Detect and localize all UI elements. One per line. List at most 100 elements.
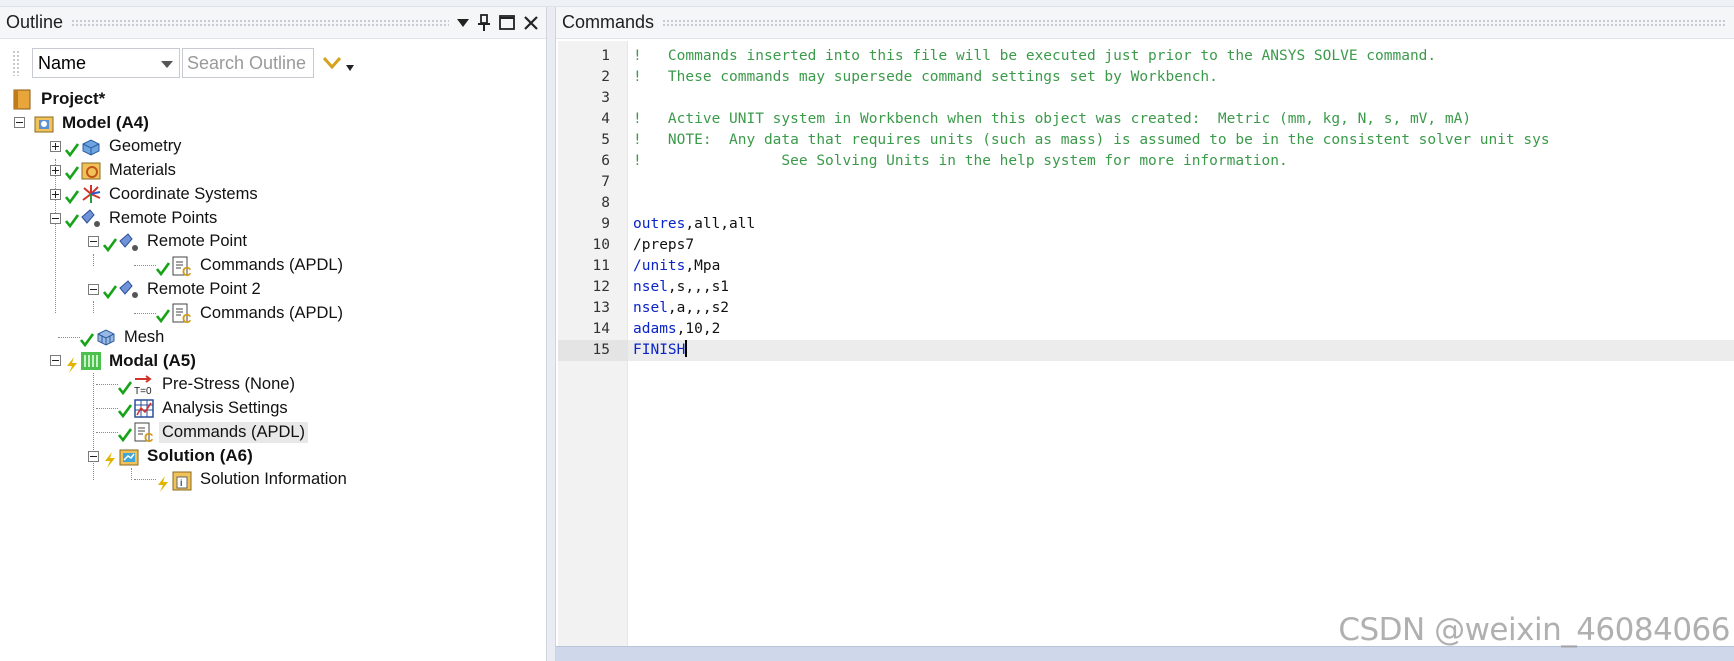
pane-splitter[interactable] [546,7,556,661]
horizontal-scrollbar[interactable] [556,646,1734,661]
code-line[interactable]: ! NOTE: Any data that requires units (su… [628,130,1734,151]
outline-tree: Project* Model (A4) Geometry Materials Coord… [0,87,546,647]
tree-connector-dots [134,265,156,267]
outline-header-grip[interactable] [71,18,449,27]
text-cursor [685,340,687,357]
code-line[interactable] [628,88,1734,109]
pin-icon[interactable] [478,13,490,32]
close-icon[interactable] [524,15,538,30]
tree-item-label: Mesh [124,327,165,346]
tree-item[interactable]: Project* [12,87,108,111]
code-line[interactable]: nsel,s,,,s1 [628,277,1734,298]
tree-item[interactable]: C Commands (APDL) [130,301,346,326]
code-args: ,10,2 [676,321,721,337]
code-comment [628,90,633,106]
chevron-down-icon [161,61,173,68]
tree-item[interactable]: Remote Point 2 [88,277,264,301]
tree-item[interactable]: i Solution Information [130,468,350,492]
tree-item-label: Solution (A6) [147,446,253,465]
tree-connector-dots [134,479,156,481]
tree-item-label: Commands (APDL) [159,421,309,443]
collapse-icon[interactable] [88,236,99,248]
code-line[interactable] [628,172,1734,193]
check-status-icon [64,142,80,157]
code-line[interactable]: outres,all,all [628,214,1734,235]
code-line[interactable]: ! See Solving Units in the help system f… [628,151,1734,172]
tree-item[interactable]: Materials [50,158,179,182]
expand-icon[interactable] [50,141,61,153]
code-line[interactable]: /units,Mpa [628,256,1734,277]
commands-header: Commands [556,7,1734,39]
expand-icon[interactable] [50,188,61,200]
line-number-gutter: 1 2 3 4 5 6 7 8 9 10 11 12 13 14 15 [558,41,628,647]
line-number: 7 [601,174,610,190]
svg-text:i: i [180,478,183,488]
code-line[interactable]: FINISH [628,340,1734,361]
small-dropdown-icon [346,65,354,71]
name-filter-select[interactable]: Name [32,48,180,78]
line-number: 1 [601,48,610,64]
code-line[interactable]: ! These commands may supersede command s… [628,67,1734,88]
code-line[interactable] [628,193,1734,214]
tree-item-label: Modal (A5) [109,350,196,370]
model-icon [33,112,55,134]
code-area[interactable]: ! Commands inserted into this file will … [628,41,1734,647]
prestress-icon: T=0 [133,374,155,397]
line-number: 9 [601,216,610,232]
tree-item[interactable]: Solution (A6) [88,444,256,468]
check-status-icon [117,404,133,419]
tree-item[interactable]: Analysis Settings [92,396,291,420]
tree-item[interactable]: Model (A4) [14,111,152,135]
line-number: 13 [592,300,610,316]
tree-item[interactable]: Remote Points [50,206,220,230]
code-args: /preps7 [633,237,695,253]
svg-text:T=0: T=0 [134,386,152,396]
code-line[interactable]: ! Active UNIT system in Workbench when t… [628,109,1734,130]
tree-item[interactable]: C Commands (APDL) [130,254,346,279]
collapse-icon[interactable] [14,117,25,129]
outline-title: Outline [6,12,64,32]
tree-item[interactable]: Coordinate Systems [50,182,261,206]
code-line[interactable]: /preps7 [628,235,1734,256]
check-status-icon [117,380,133,395]
check-status-icon [117,428,133,443]
code-line[interactable]: ! Commands inserted into this file will … [628,46,1734,67]
commands-header-grip[interactable] [662,18,1726,27]
code-line[interactable]: nsel,a,,,s2 [628,298,1734,319]
tree-item[interactable]: Remote Point [88,230,250,254]
collapse-icon[interactable] [50,355,61,367]
collapse-icon[interactable] [50,212,61,224]
tree-item[interactable]: Mesh [54,325,167,349]
solution-icon [118,445,140,467]
tree-item[interactable]: C Commands (APDL) [92,420,309,445]
code-statement: nsel,a,,,s2 [628,300,729,316]
search-outline-input[interactable] [182,48,314,78]
tree-item-label: Materials [109,160,176,179]
check-status-icon [155,261,171,276]
code-comment [628,174,633,190]
tree-item[interactable]: Modal (A5) [50,349,199,373]
dropdown-arrow-icon[interactable] [457,18,469,28]
code-args: ,s,,,s1 [667,279,730,295]
remote-point-icon [118,231,140,253]
line-number: 3 [601,90,610,106]
tree-item[interactable]: T=0 Pre-Stress (None) [92,373,298,397]
toolbar-grip[interactable] [12,50,20,76]
tree-item[interactable]: Geometry [50,135,184,159]
expand-icon[interactable] [50,164,61,176]
code-line[interactable]: adams,10,2 [628,319,1734,340]
lightning-status-icon [65,356,79,373]
name-filter-value: Name [38,52,87,73]
search-options-button[interactable] [322,55,354,71]
collapse-icon[interactable] [88,450,99,462]
check-status-icon [79,333,95,348]
collapse-icon[interactable] [88,283,99,295]
tree-connector-dots [58,336,80,338]
tree-item-label: Remote Points [109,208,218,227]
line-number: 12 [592,279,610,295]
code-keyword: FINISH [633,342,686,358]
code-comment: ! These commands may supersede command s… [633,69,1218,85]
line-number: 4 [601,111,610,127]
commands-editor[interactable]: 1 2 3 4 5 6 7 8 9 10 11 12 13 14 15 ! Commands inserte… [558,41,1734,647]
maximize-icon[interactable] [499,15,515,30]
